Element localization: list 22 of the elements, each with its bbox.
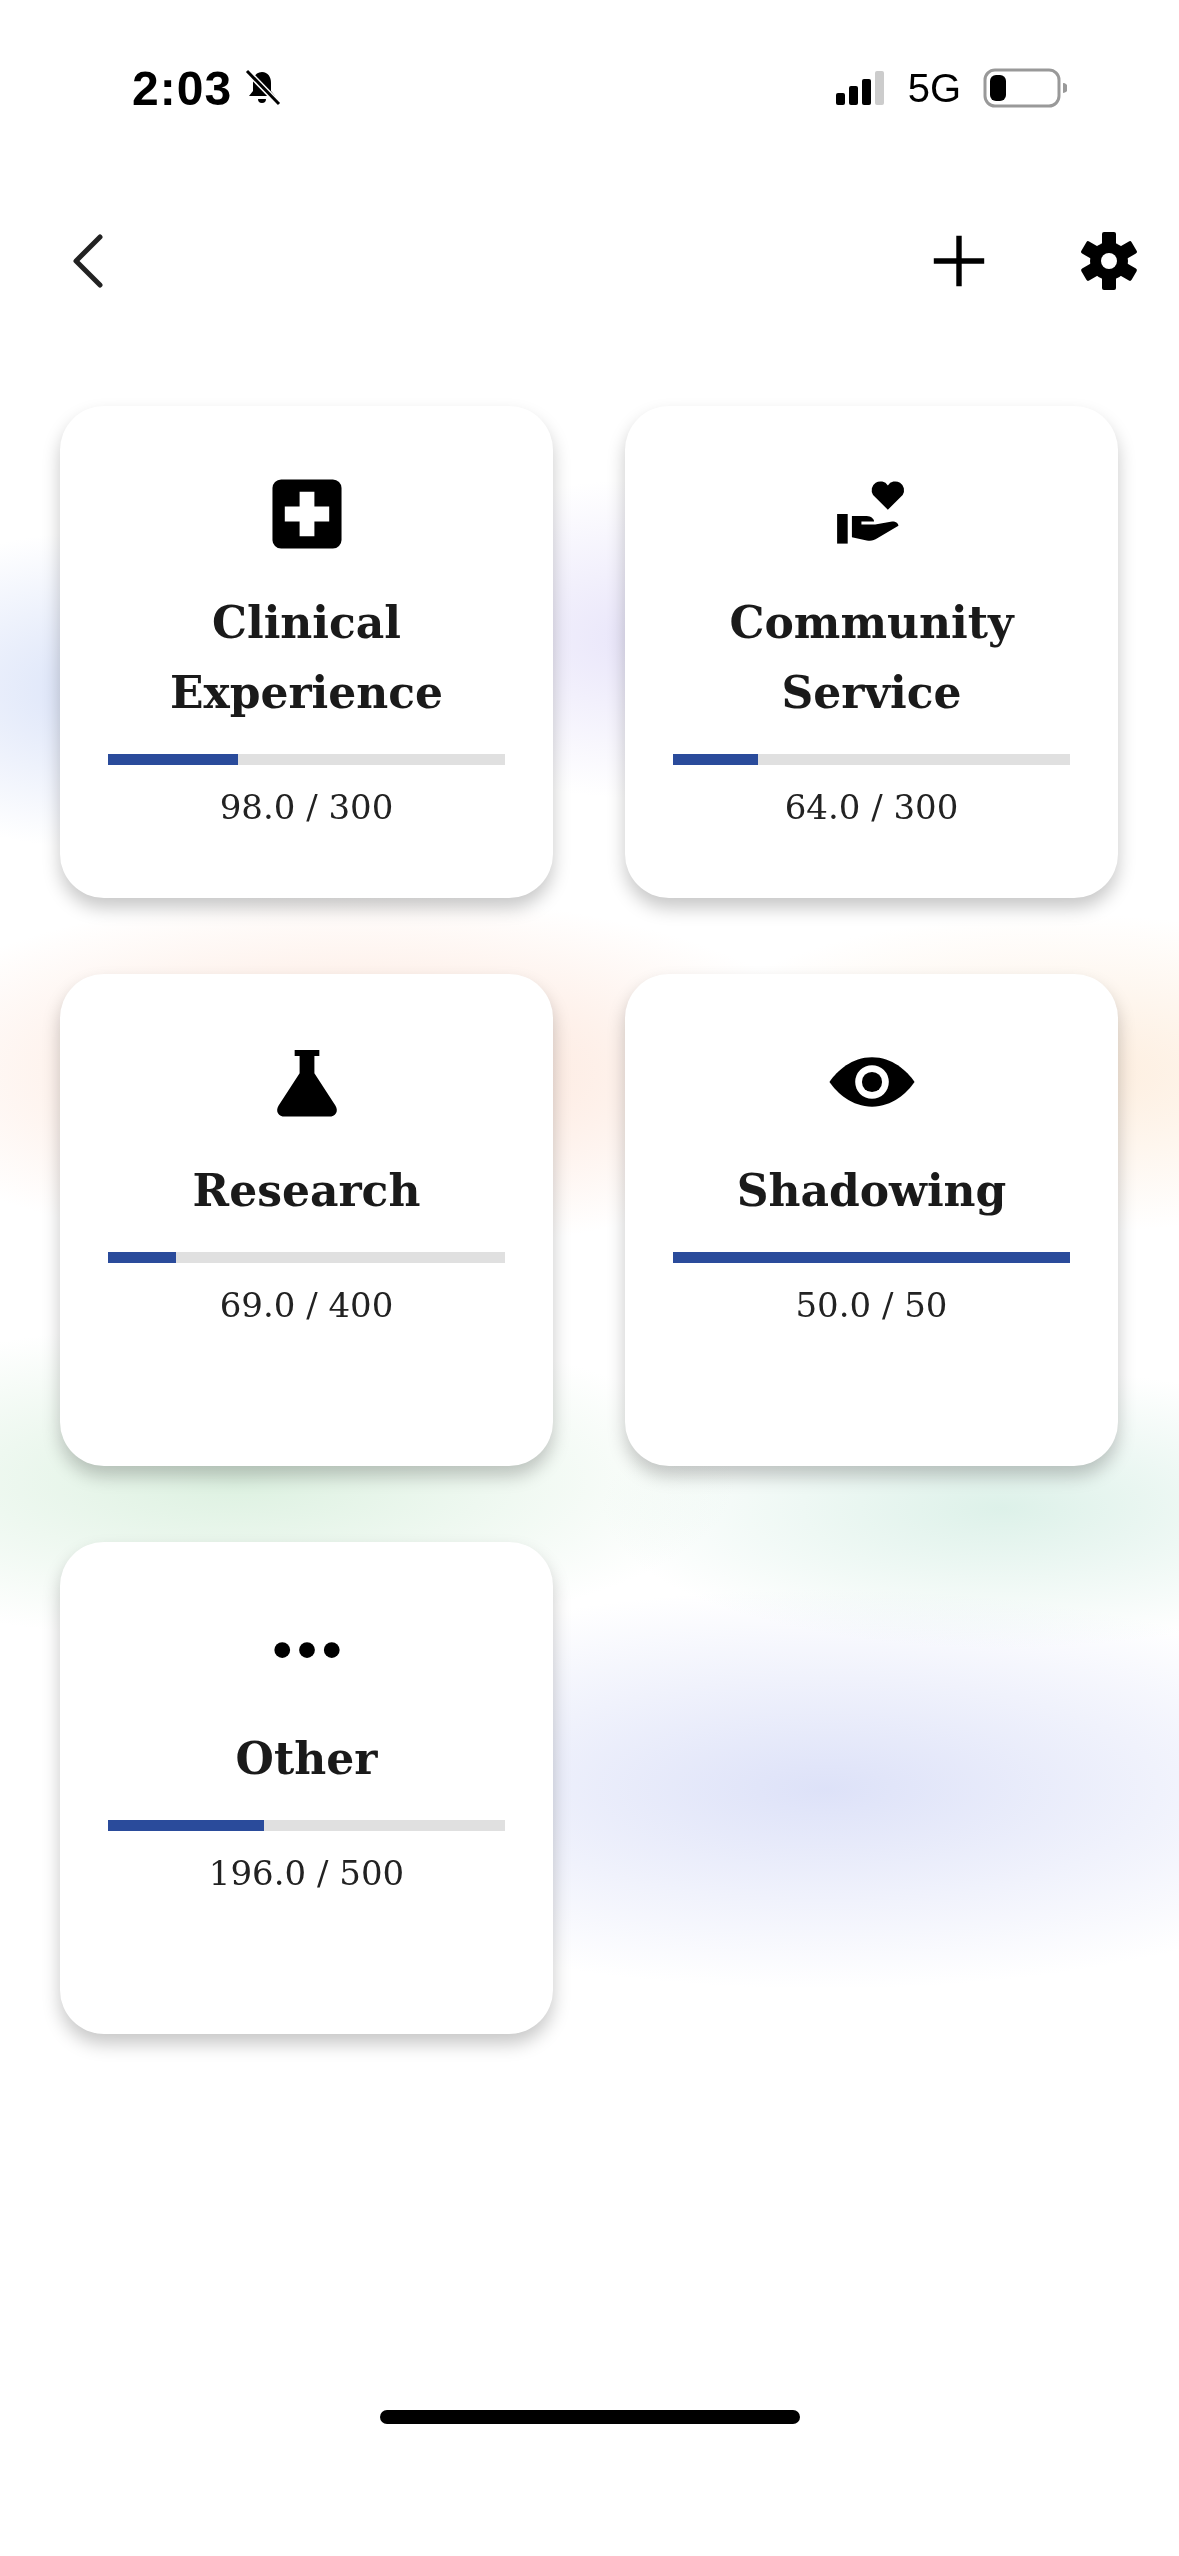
category-title: Research — [192, 1164, 421, 1218]
category-card[interactable]: Clinical Experience 98.0 / 300 — [60, 406, 553, 898]
category-card[interactable]: Community Service 64.0 / 300 — [625, 406, 1118, 898]
category-card[interactable]: Research 69.0 / 400 — [60, 974, 553, 1466]
medical-cross-icon — [269, 477, 344, 551]
hours-reading: 50.0 / 50 — [795, 1285, 948, 1325]
category-card[interactable]: Other 196.0 / 500 — [60, 1542, 553, 2034]
network-label: 5G — [907, 65, 961, 111]
status-time: 2:03 — [132, 60, 233, 116]
signal-icon — [835, 71, 886, 105]
battery-icon — [983, 68, 1067, 108]
settings-icon — [1079, 231, 1139, 291]
hours-reading: 69.0 / 400 — [219, 1285, 394, 1325]
category-title: Other — [235, 1732, 378, 1786]
more-dots-icon — [272, 1641, 341, 1659]
category-title: Community Service — [728, 596, 1016, 720]
category-card[interactable]: Shadowing 50.0 / 50 — [625, 974, 1118, 1466]
hours-reading: 196.0 / 500 — [208, 1853, 405, 1893]
hours-reading: 64.0 / 300 — [784, 787, 959, 827]
category-title: Shadowing — [736, 1164, 1007, 1218]
category-title: Clinical Experience — [168, 596, 445, 720]
hours-reading: 98.0 / 300 — [219, 787, 394, 827]
